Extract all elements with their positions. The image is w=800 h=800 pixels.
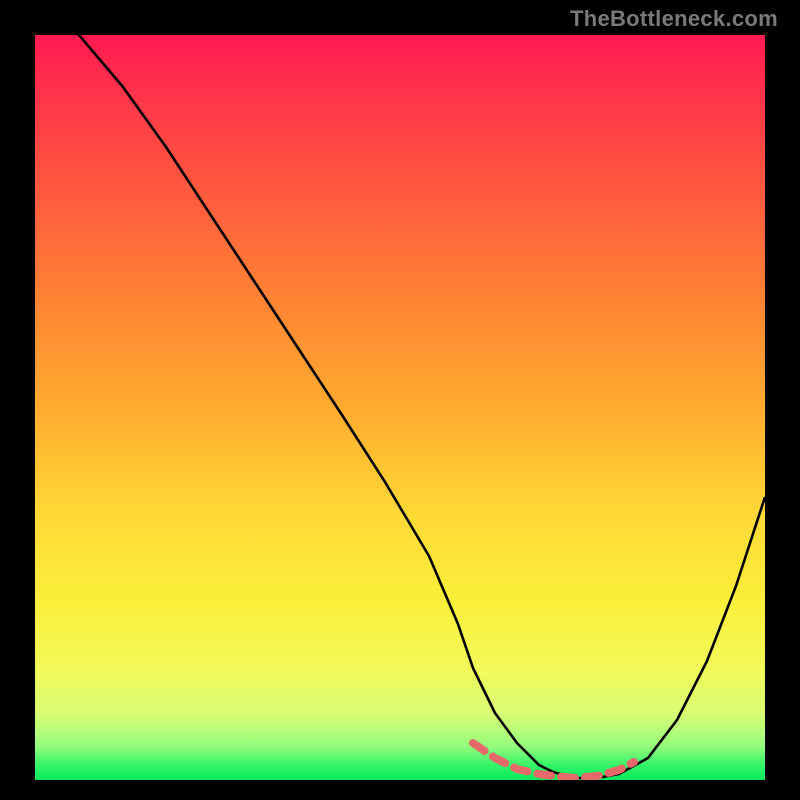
- watermark-text: TheBottleneck.com: [570, 6, 778, 32]
- chart-svg: [35, 35, 765, 780]
- chart-frame: [0, 0, 800, 800]
- curve-black: [35, 35, 765, 778]
- chart-gradient-bg: [35, 35, 765, 780]
- curve-highlight-red: [473, 743, 634, 778]
